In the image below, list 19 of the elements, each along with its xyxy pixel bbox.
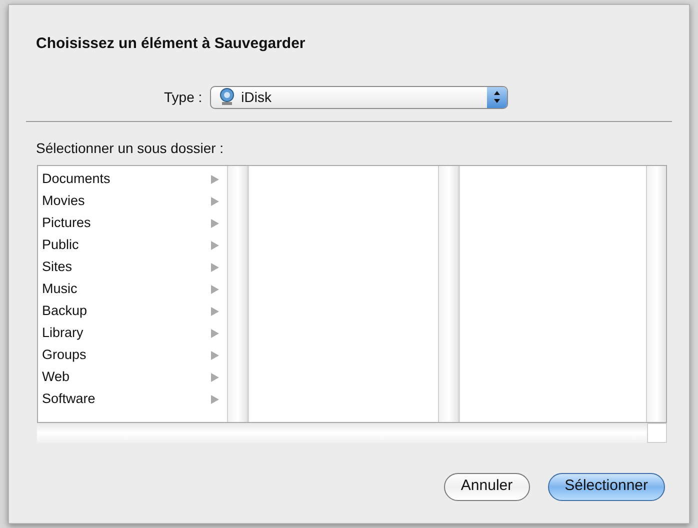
folder-row[interactable]: Movies xyxy=(38,190,227,212)
folder-row[interactable]: Documents xyxy=(38,168,227,190)
folder-row[interactable]: Backup xyxy=(38,300,227,322)
folder-row[interactable]: Library xyxy=(38,322,227,344)
folder-row[interactable]: Music xyxy=(38,278,227,300)
select-button[interactable]: Sélectionner xyxy=(548,472,665,500)
folder-row[interactable]: Software xyxy=(38,388,227,410)
browser-label: Sélectionner un sous dossier : xyxy=(36,138,225,158)
dialog-title: Choisissez un élément à Sauvegarder xyxy=(36,34,306,54)
stepper-icon xyxy=(487,86,508,108)
disk-icon xyxy=(219,88,236,106)
cancel-button[interactable]: Annuler xyxy=(444,472,530,500)
folder-row[interactable]: Groups xyxy=(38,344,227,366)
type-dropdown[interactable]: iDisk xyxy=(210,86,508,108)
folder-row[interactable]: Public xyxy=(38,234,227,256)
folder-row[interactable]: Sites xyxy=(38,256,227,278)
folder-row[interactable]: Pictures xyxy=(38,212,227,234)
folder-row[interactable]: Web xyxy=(38,366,227,388)
type-label: Type : xyxy=(164,88,202,107)
